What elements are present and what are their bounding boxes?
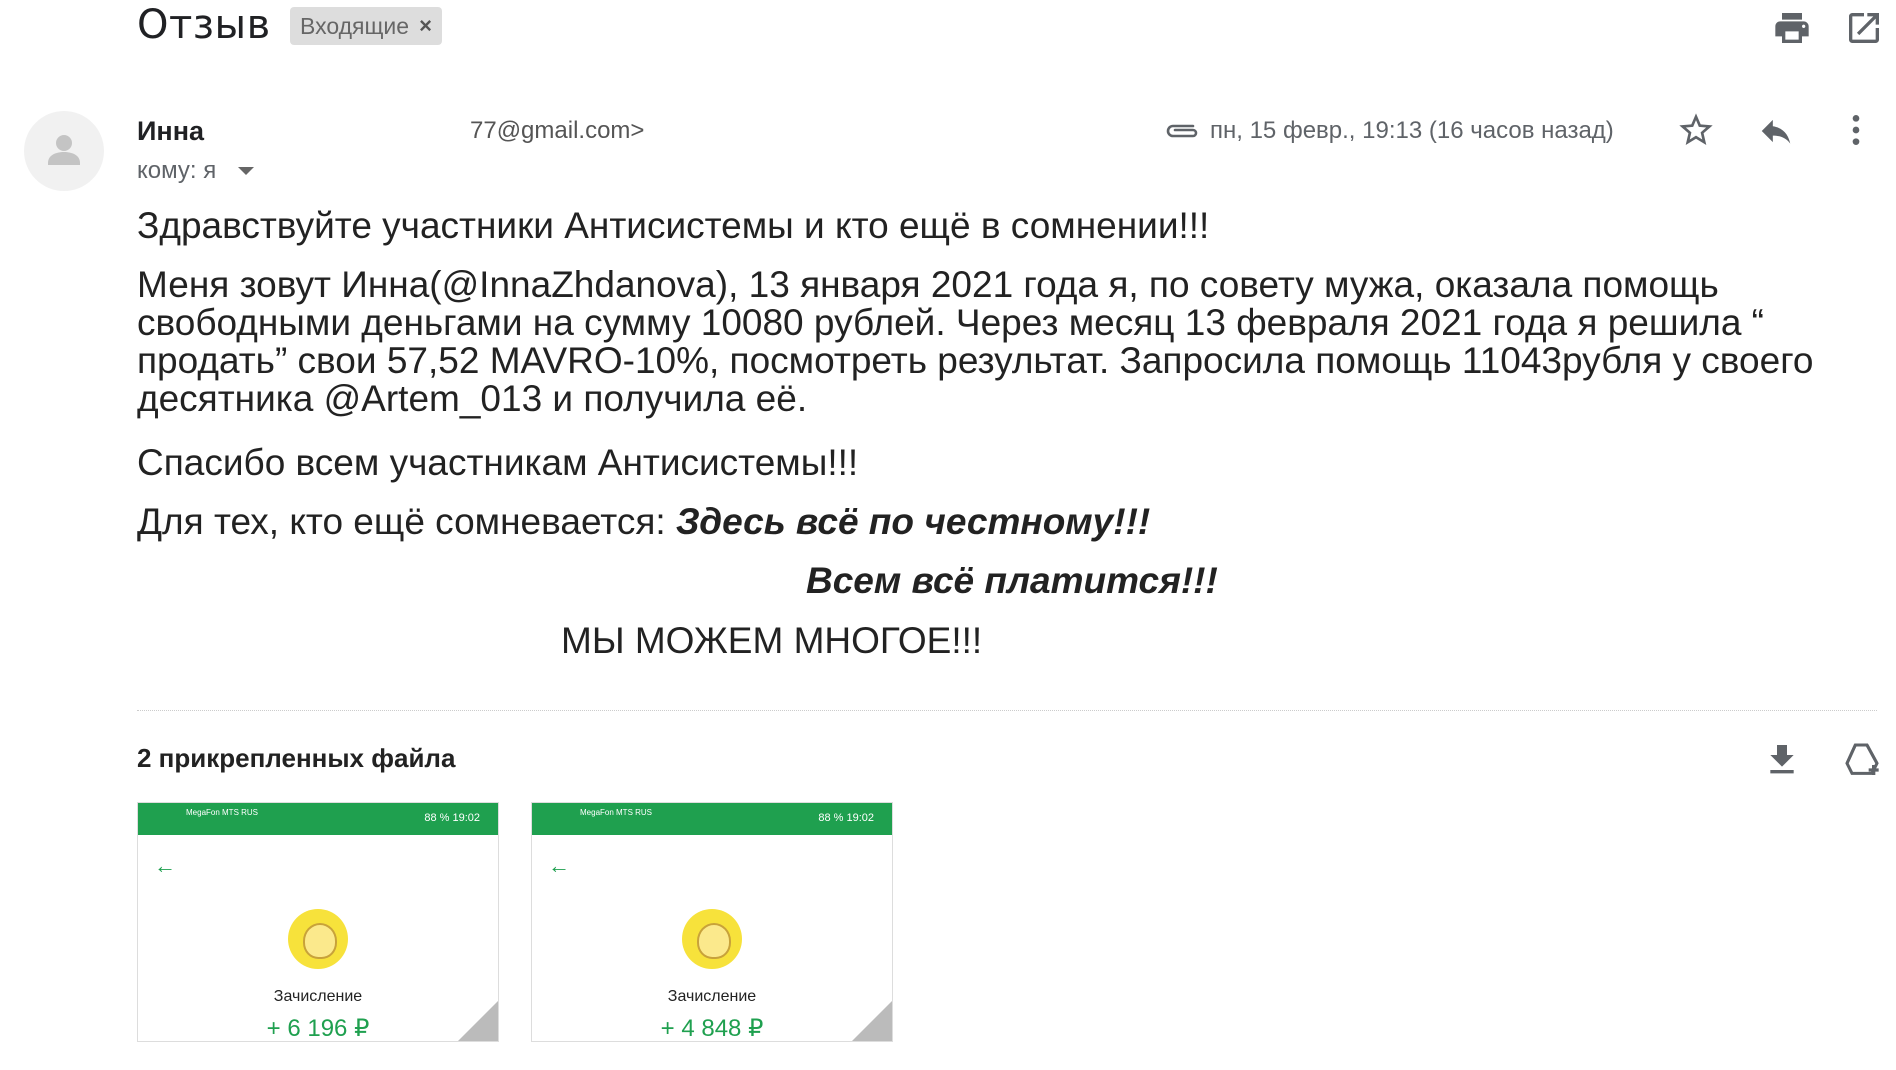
attachment-clip-icon [1166,124,1198,138]
status-battery-time: 88 % 19:02 [818,812,874,824]
download-all-icon[interactable] [1762,740,1802,780]
status-carrier: MegaFon MTS RUS [580,808,653,817]
body-paragraph-doubters: Для тех, кто ещё сомневается: Здесь всё … [137,501,1150,543]
body-doubters-prefix: Для тех, кто ещё сомневается: [137,501,676,542]
body-paragraph-greeting: Здравствуйте участники Антисистемы и кто… [137,205,1210,246]
more-vertical-icon[interactable] [1836,110,1876,150]
status-carrier: MegaFon MTS RUS [186,808,259,817]
recipient-line: кому: я [137,157,255,185]
email-subject: Отзыв [137,2,271,48]
avatar-person-icon [48,135,80,165]
attachments-title: 2 прикрепленных файла [137,743,456,773]
phone-status-bar: MegaFon MTS RUS 88 % 19:02 [532,803,892,835]
transaction-type: Зачисление [667,988,757,1005]
reply-icon[interactable] [1757,112,1795,150]
label-chip-text: Входящие [300,13,410,39]
back-arrow-icon: ← [548,853,570,878]
print-icon[interactable] [1772,8,1812,48]
page-fold-corner [852,1001,892,1041]
transaction-amount: + 6 196 ₽ [266,1015,370,1042]
sender-email: 77@gmail.com> [470,117,645,144]
label-chip-inbox: Входящие × [290,7,442,45]
status-battery-time: 88 % 19:02 [424,812,480,824]
sender-name: Инна [137,116,205,146]
attachment-thumbnail-2[interactable]: MegaFon MTS RUS 88 % 19:02 ← Зачисление … [531,802,893,1042]
show-details-arrow-icon[interactable] [238,167,255,175]
back-arrow-icon: ← [154,853,176,878]
attachments-divider [137,710,1877,711]
body-doubters-emphasis: Здесь всё по честному!!! [675,501,1151,542]
message-date: пн, 15 февр., 19:13 (16 часов назад) [1210,117,1614,144]
recipient-label: кому: я [137,157,217,184]
body-paragraph-everyone-paid: Всем всё платится!!! [806,560,1218,601]
body-paragraph-thanks: Спасибо всем участникам Антисистемы!!! [137,442,859,483]
body-paragraph-we-can: МЫ МОЖЕМ МНОГОЕ!!! [561,620,983,661]
page-fold-corner [458,1001,498,1041]
bank-logo [682,909,742,969]
avatar [24,111,104,191]
transaction-type: Зачисление [273,988,363,1005]
attachment-thumbnail-1[interactable]: MegaFon MTS RUS 88 % 19:02 ← Зачисление … [137,802,499,1042]
star-icon[interactable] [1676,110,1716,150]
open-in-new-window-icon[interactable] [1844,8,1884,48]
transaction-amount: + 4 848 ₽ [660,1015,764,1042]
body-paragraph-story: Меня зовут Инна(@InnaZhdanova), 13 январ… [137,264,1814,419]
remove-label-icon[interactable]: × [419,7,432,45]
save-to-drive-icon[interactable] [1842,740,1882,780]
phone-status-bar: MegaFon MTS RUS 88 % 19:02 [138,803,498,835]
bank-logo [288,909,348,969]
